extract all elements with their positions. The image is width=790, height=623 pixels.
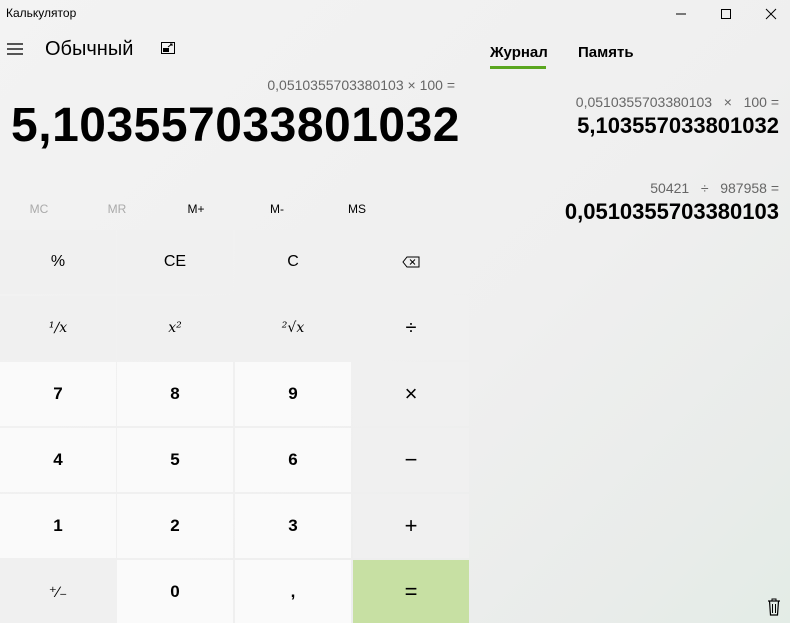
history-item[interactable]: 50421 ÷ 987958 = 0,0510355703380103 — [565, 180, 779, 225]
digit-2-button[interactable]: 2 — [117, 494, 233, 558]
add-button[interactable]: + — [353, 494, 469, 558]
decimal-separator-button[interactable]: , — [235, 560, 351, 623]
backspace-button[interactable] — [353, 230, 469, 294]
digit-4-button[interactable]: 4 — [0, 428, 116, 492]
hamburger-menu-icon — [7, 43, 23, 55]
memory-add-button[interactable]: M+ — [157, 195, 235, 223]
percent-button[interactable]: % — [0, 230, 116, 294]
digit-6-button[interactable]: 6 — [235, 428, 351, 492]
history-expression: 50421 ÷ 987958 = — [650, 180, 779, 196]
history-result: 5,103557033801032 — [577, 113, 779, 138]
digit-7-button[interactable]: 7 — [0, 362, 116, 426]
digit-0-button[interactable]: 0 — [117, 560, 233, 623]
minimize-icon — [676, 13, 686, 15]
maximize-icon — [721, 9, 731, 19]
tab-memory[interactable]: Память — [578, 44, 634, 61]
history-expression: 0,0510355703380103 × 100 = — [575, 94, 779, 110]
keep-on-top-icon — [161, 42, 175, 54]
history-item[interactable]: 0,0510355703380103 × 100 = 5,10355703380… — [576, 94, 779, 139]
close-button[interactable] — [748, 0, 790, 28]
mode-title: Обычный — [45, 38, 134, 60]
keypad: % CE C ¹∕x x² ²√x ÷ 7 8 9 × 4 5 6 − 1 2 … — [0, 229, 470, 623]
divide-button[interactable]: ÷ — [353, 296, 469, 360]
navigation-menu-button[interactable] — [4, 38, 26, 60]
keep-on-top-button[interactable] — [158, 38, 178, 58]
trash-icon — [768, 598, 780, 616]
minimize-button[interactable] — [658, 0, 704, 28]
result-display: 5,103557033801032 — [11, 99, 460, 152]
app-title: Калькулятор — [6, 6, 77, 20]
negate-button[interactable]: ⁺∕₋ — [0, 560, 116, 623]
expression-display: 0,0510355703380103 × 100 = — [267, 77, 455, 93]
clear-button[interactable]: C — [235, 230, 351, 294]
history-result: 0,0510355703380103 — [564, 199, 779, 224]
maximize-button[interactable] — [703, 0, 749, 28]
memory-recall-button[interactable]: MR — [78, 195, 156, 223]
digit-8-button[interactable]: 8 — [117, 362, 233, 426]
clear-history-button[interactable] — [765, 597, 783, 617]
active-tab-indicator — [490, 66, 546, 69]
digit-1-button[interactable]: 1 — [0, 494, 116, 558]
square-button[interactable]: x² — [117, 296, 233, 360]
digit-9-button[interactable]: 9 — [235, 362, 351, 426]
memory-subtract-button[interactable]: M- — [238, 195, 316, 223]
title-bar: Калькулятор — [0, 0, 790, 28]
backspace-icon — [402, 256, 420, 268]
equals-button[interactable]: = — [353, 560, 469, 623]
square-root-button[interactable]: ²√x — [235, 296, 351, 360]
reciprocal-button[interactable]: ¹∕x — [0, 296, 116, 360]
memory-buttons-row: MC MR M+ M- MS — [0, 195, 470, 223]
subtract-button[interactable]: − — [353, 428, 469, 492]
close-icon — [765, 8, 777, 20]
memory-store-button[interactable]: MS — [318, 195, 396, 223]
digit-5-button[interactable]: 5 — [117, 428, 233, 492]
digit-3-button[interactable]: 3 — [235, 494, 351, 558]
multiply-button[interactable]: × — [353, 362, 469, 426]
memory-clear-button[interactable]: MC — [0, 195, 78, 223]
clear-entry-button[interactable]: CE — [117, 230, 233, 294]
tab-history[interactable]: Журнал — [490, 44, 548, 61]
